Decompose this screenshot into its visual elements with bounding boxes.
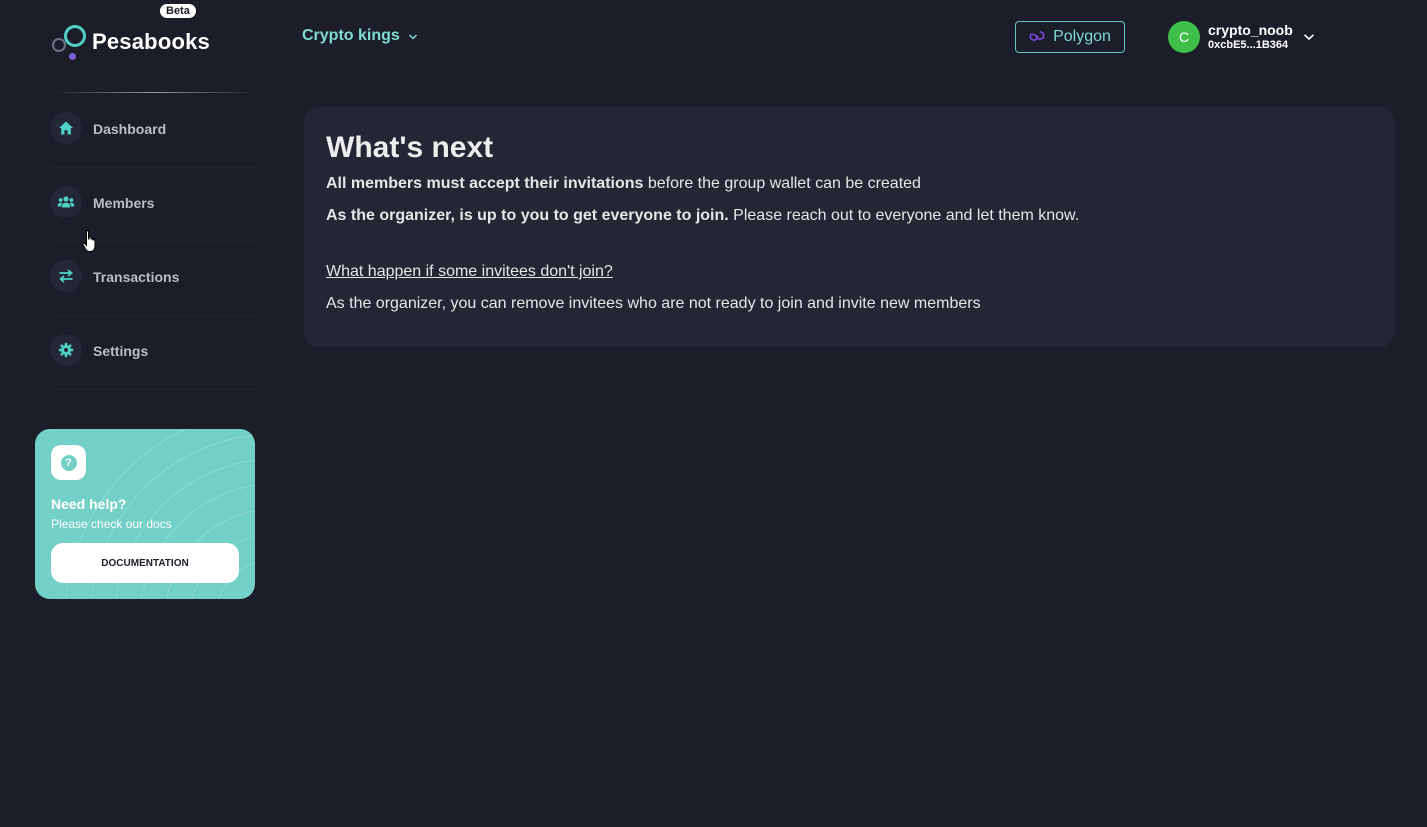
group-name: Crypto kings xyxy=(302,27,400,44)
whats-next-card: What's next All members must accept thei… xyxy=(304,107,1394,347)
beta-badge: Beta xyxy=(160,4,196,18)
documentation-button[interactable]: DOCUMENTATION xyxy=(51,543,239,583)
sidebar-nav: Dashboard Members Transactions Settings xyxy=(40,108,256,404)
sidebar-item-settings[interactable]: Settings xyxy=(40,330,256,404)
sidebar-item-label: Settings xyxy=(93,343,149,359)
wallet-address: 0xcbE5...1B364 xyxy=(1208,39,1289,51)
user-menu[interactable]: C crypto_noob 0xcbE5...1B364 xyxy=(1168,21,1315,53)
sidebar-item-label: Members xyxy=(93,195,155,211)
brand-name: Pesabooks xyxy=(92,29,210,54)
hand-cursor-icon xyxy=(82,230,96,252)
sidebar-item-dashboard[interactable]: Dashboard xyxy=(40,108,256,182)
users-icon xyxy=(50,186,82,218)
arrows-exchange-icon xyxy=(50,260,82,292)
gear-icon xyxy=(50,334,82,366)
sidebar-divider xyxy=(52,92,256,93)
polygon-icon xyxy=(1029,30,1045,42)
sidebar-item-label: Transactions xyxy=(93,269,180,285)
sidebar-item-members[interactable]: Members xyxy=(40,182,256,256)
network-label: Polygon xyxy=(1053,28,1111,45)
faq-link[interactable]: What happen if some invitees don't join? xyxy=(326,263,613,280)
help-card: ? Need help? Please check our docs DOCUM… xyxy=(35,429,255,599)
chevron-down-icon xyxy=(408,34,417,40)
user-name: crypto_noob xyxy=(1208,22,1293,38)
help-title: Need help? xyxy=(51,496,127,512)
page-title: What's next xyxy=(326,131,494,164)
logo-mark-icon xyxy=(52,24,88,60)
help-subtitle: Please check our docs xyxy=(51,517,172,531)
sidebar-item-label: Dashboard xyxy=(93,121,167,137)
home-icon xyxy=(50,112,82,144)
chevron-down-icon xyxy=(1303,34,1314,41)
sidebar-item-transactions[interactable]: Transactions xyxy=(40,256,256,330)
avatar: C xyxy=(1168,21,1200,53)
help-question-icon: ? xyxy=(51,445,86,480)
network-button[interactable]: Polygon xyxy=(1015,21,1125,53)
group-selector[interactable]: Crypto kings xyxy=(302,27,418,45)
invitation-notice: All members must accept their invitation… xyxy=(326,175,921,192)
organizer-notice: As the organizer, is up to you to get ev… xyxy=(326,207,1080,224)
app-logo[interactable]: Pesabooks xyxy=(52,24,210,60)
faq-answer: As the organizer, you can remove invitee… xyxy=(326,295,981,312)
